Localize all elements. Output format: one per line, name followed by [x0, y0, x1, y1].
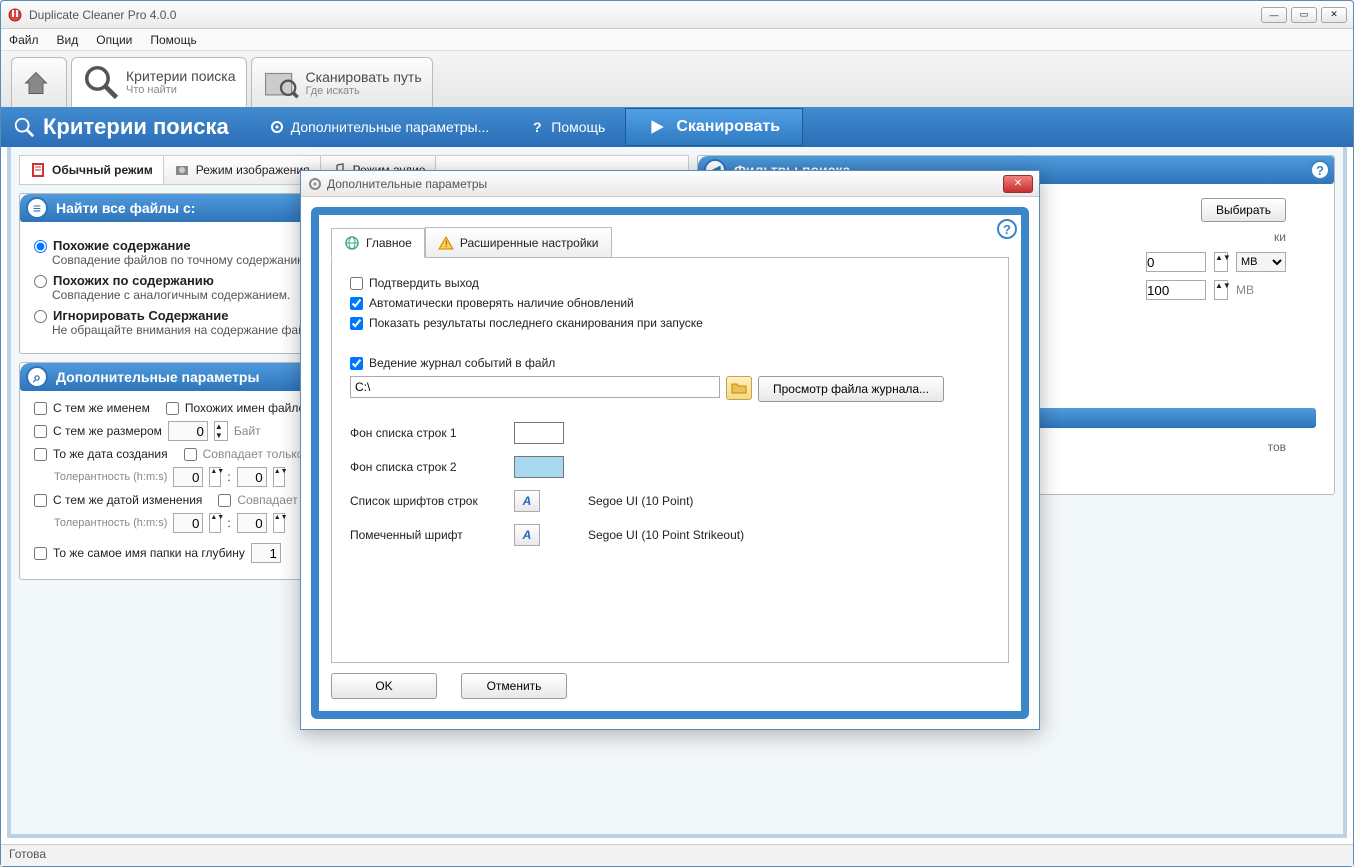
svg-text:?: ?	[533, 119, 542, 135]
chk-similar-name[interactable]	[166, 402, 179, 415]
search-icon: ⌕	[26, 366, 48, 388]
statusbar: Готова	[1, 844, 1353, 866]
chk-match-only-mod[interactable]	[218, 494, 231, 507]
globe-icon	[344, 235, 360, 251]
question-icon: ?	[529, 119, 545, 135]
chk-same-size[interactable]	[34, 425, 47, 438]
close-button[interactable]: ✕	[1321, 7, 1347, 23]
gear-icon	[307, 176, 323, 192]
home-tab[interactable]	[11, 57, 67, 107]
font-list-value: Segoe UI (10 Point)	[588, 494, 990, 508]
view-log-button[interactable]: Просмотр файла журнала...	[758, 376, 944, 402]
menubar: Файл Вид Опции Помощь	[1, 29, 1353, 51]
scan-path-tab-title: Сканировать путь	[306, 69, 422, 85]
cancel-button[interactable]: Отменить	[461, 673, 567, 699]
play-icon	[648, 118, 666, 136]
spinner-icon[interactable]: ▲▼	[273, 513, 285, 533]
magnifier-icon	[13, 116, 35, 138]
size-max-input[interactable]	[1146, 280, 1206, 300]
menu-help[interactable]: Помощь	[150, 33, 196, 47]
ok-button[interactable]: OK	[331, 673, 437, 699]
section-bar: Критерии поиска Дополнительные параметры…	[1, 107, 1353, 147]
font-list-label: Список шрифтов строк	[350, 494, 500, 508]
bg1-color-swatch[interactable]	[514, 422, 564, 444]
font-marked-button[interactable]: A	[514, 524, 540, 546]
chk-same-name[interactable]	[34, 402, 47, 415]
camera-icon	[174, 162, 190, 178]
tab-image[interactable]: Режим изображения	[164, 156, 321, 184]
dialog-tab-advanced[interactable]: ! Расширенные настройки	[425, 227, 612, 257]
gear-icon	[269, 119, 285, 135]
home-icon	[22, 64, 50, 102]
tol-h2[interactable]	[173, 513, 203, 533]
unit-select[interactable]: MB	[1236, 252, 1286, 272]
bg2-color-swatch[interactable]	[514, 456, 564, 478]
spinner-icon[interactable]: ▲▼	[209, 513, 221, 533]
chk-match-only-create[interactable]	[184, 448, 197, 461]
spinner-icon[interactable]: ▲▼	[214, 421, 228, 441]
chk-confirm-exit[interactable]	[350, 277, 363, 290]
menu-file[interactable]: Файл	[9, 33, 39, 47]
browse-folder-button[interactable]	[726, 376, 752, 400]
radio-ignore-content[interactable]	[34, 310, 47, 323]
size-min-input[interactable]	[1146, 252, 1206, 272]
magnifier-icon	[82, 63, 120, 101]
list-icon: ≡	[26, 197, 48, 219]
folder-search-icon	[262, 64, 300, 102]
titlebar: Duplicate Cleaner Pro 4.0.0 — ▭ ✕	[1, 1, 1353, 29]
warning-icon: !	[438, 235, 454, 251]
folder-icon	[731, 380, 747, 396]
svg-text:!: !	[445, 239, 448, 249]
options-dialog: Дополнительные параметры ✕ ? Главное ! Р…	[300, 170, 1040, 730]
radio-same-content[interactable]	[34, 240, 47, 253]
section-title: Критерии поиска	[43, 114, 229, 140]
advanced-options-link[interactable]: Дополнительные параметры...	[269, 119, 490, 135]
bg1-label: Фон списка строк 1	[350, 426, 500, 440]
menu-view[interactable]: Вид	[57, 33, 79, 47]
font-marked-label: Помеченный шрифт	[350, 528, 500, 542]
dialog-help-icon[interactable]: ?	[997, 219, 1017, 239]
spinner-icon[interactable]: ▲▼	[273, 467, 285, 487]
spinner-icon[interactable]: ▲▼	[209, 467, 221, 487]
chk-auto-update[interactable]	[350, 297, 363, 310]
tol-m[interactable]	[237, 467, 267, 487]
criteria-tab[interactable]: Критерии поиска Что найти	[71, 57, 247, 107]
log-path-input[interactable]	[350, 376, 720, 398]
chk-log-to-file[interactable]	[350, 357, 363, 370]
main-tabs: Критерии поиска Что найти Сканировать пу…	[1, 51, 1353, 107]
minimize-button[interactable]: —	[1261, 7, 1287, 23]
scan-button[interactable]: Сканировать	[625, 108, 803, 146]
dialog-tab-main[interactable]: Главное	[331, 228, 425, 258]
dialog-title: Дополнительные параметры	[327, 177, 1003, 191]
tab-normal[interactable]: Обычный режим	[20, 156, 164, 184]
app-icon	[7, 7, 23, 23]
tol-h[interactable]	[173, 467, 203, 487]
depth-input[interactable]	[251, 543, 281, 563]
select-button[interactable]: Выбирать	[1201, 198, 1286, 222]
document-icon	[30, 162, 46, 178]
tol-m2[interactable]	[237, 513, 267, 533]
window-title: Duplicate Cleaner Pro 4.0.0	[29, 8, 1261, 22]
size-input[interactable]	[168, 421, 208, 441]
radio-similar-content[interactable]	[34, 275, 47, 288]
bg2-label: Фон списка строк 2	[350, 460, 500, 474]
chk-same-create[interactable]	[34, 448, 47, 461]
chk-same-folder[interactable]	[34, 547, 47, 560]
scan-path-tab[interactable]: Сканировать путь Где искать	[251, 57, 433, 107]
font-marked-value: Segoe UI (10 Point Strikeout)	[588, 528, 990, 542]
help-icon[interactable]: ?	[1310, 160, 1330, 180]
chk-same-mod[interactable]	[34, 494, 47, 507]
spinner-icon[interactable]: ▲▼	[1214, 280, 1228, 300]
menu-options[interactable]: Опции	[96, 33, 132, 47]
criteria-tab-sub: Что найти	[126, 84, 236, 96]
maximize-button[interactable]: ▭	[1291, 7, 1317, 23]
chk-show-last-scan[interactable]	[350, 317, 363, 330]
scan-path-tab-sub: Где искать	[306, 85, 422, 97]
font-list-button[interactable]: A	[514, 490, 540, 512]
dialog-close-button[interactable]: ✕	[1003, 175, 1033, 193]
spinner-icon[interactable]: ▲▼	[1214, 252, 1228, 272]
help-link[interactable]: ? Помощь	[529, 119, 605, 135]
criteria-tab-title: Критерии поиска	[126, 68, 236, 84]
